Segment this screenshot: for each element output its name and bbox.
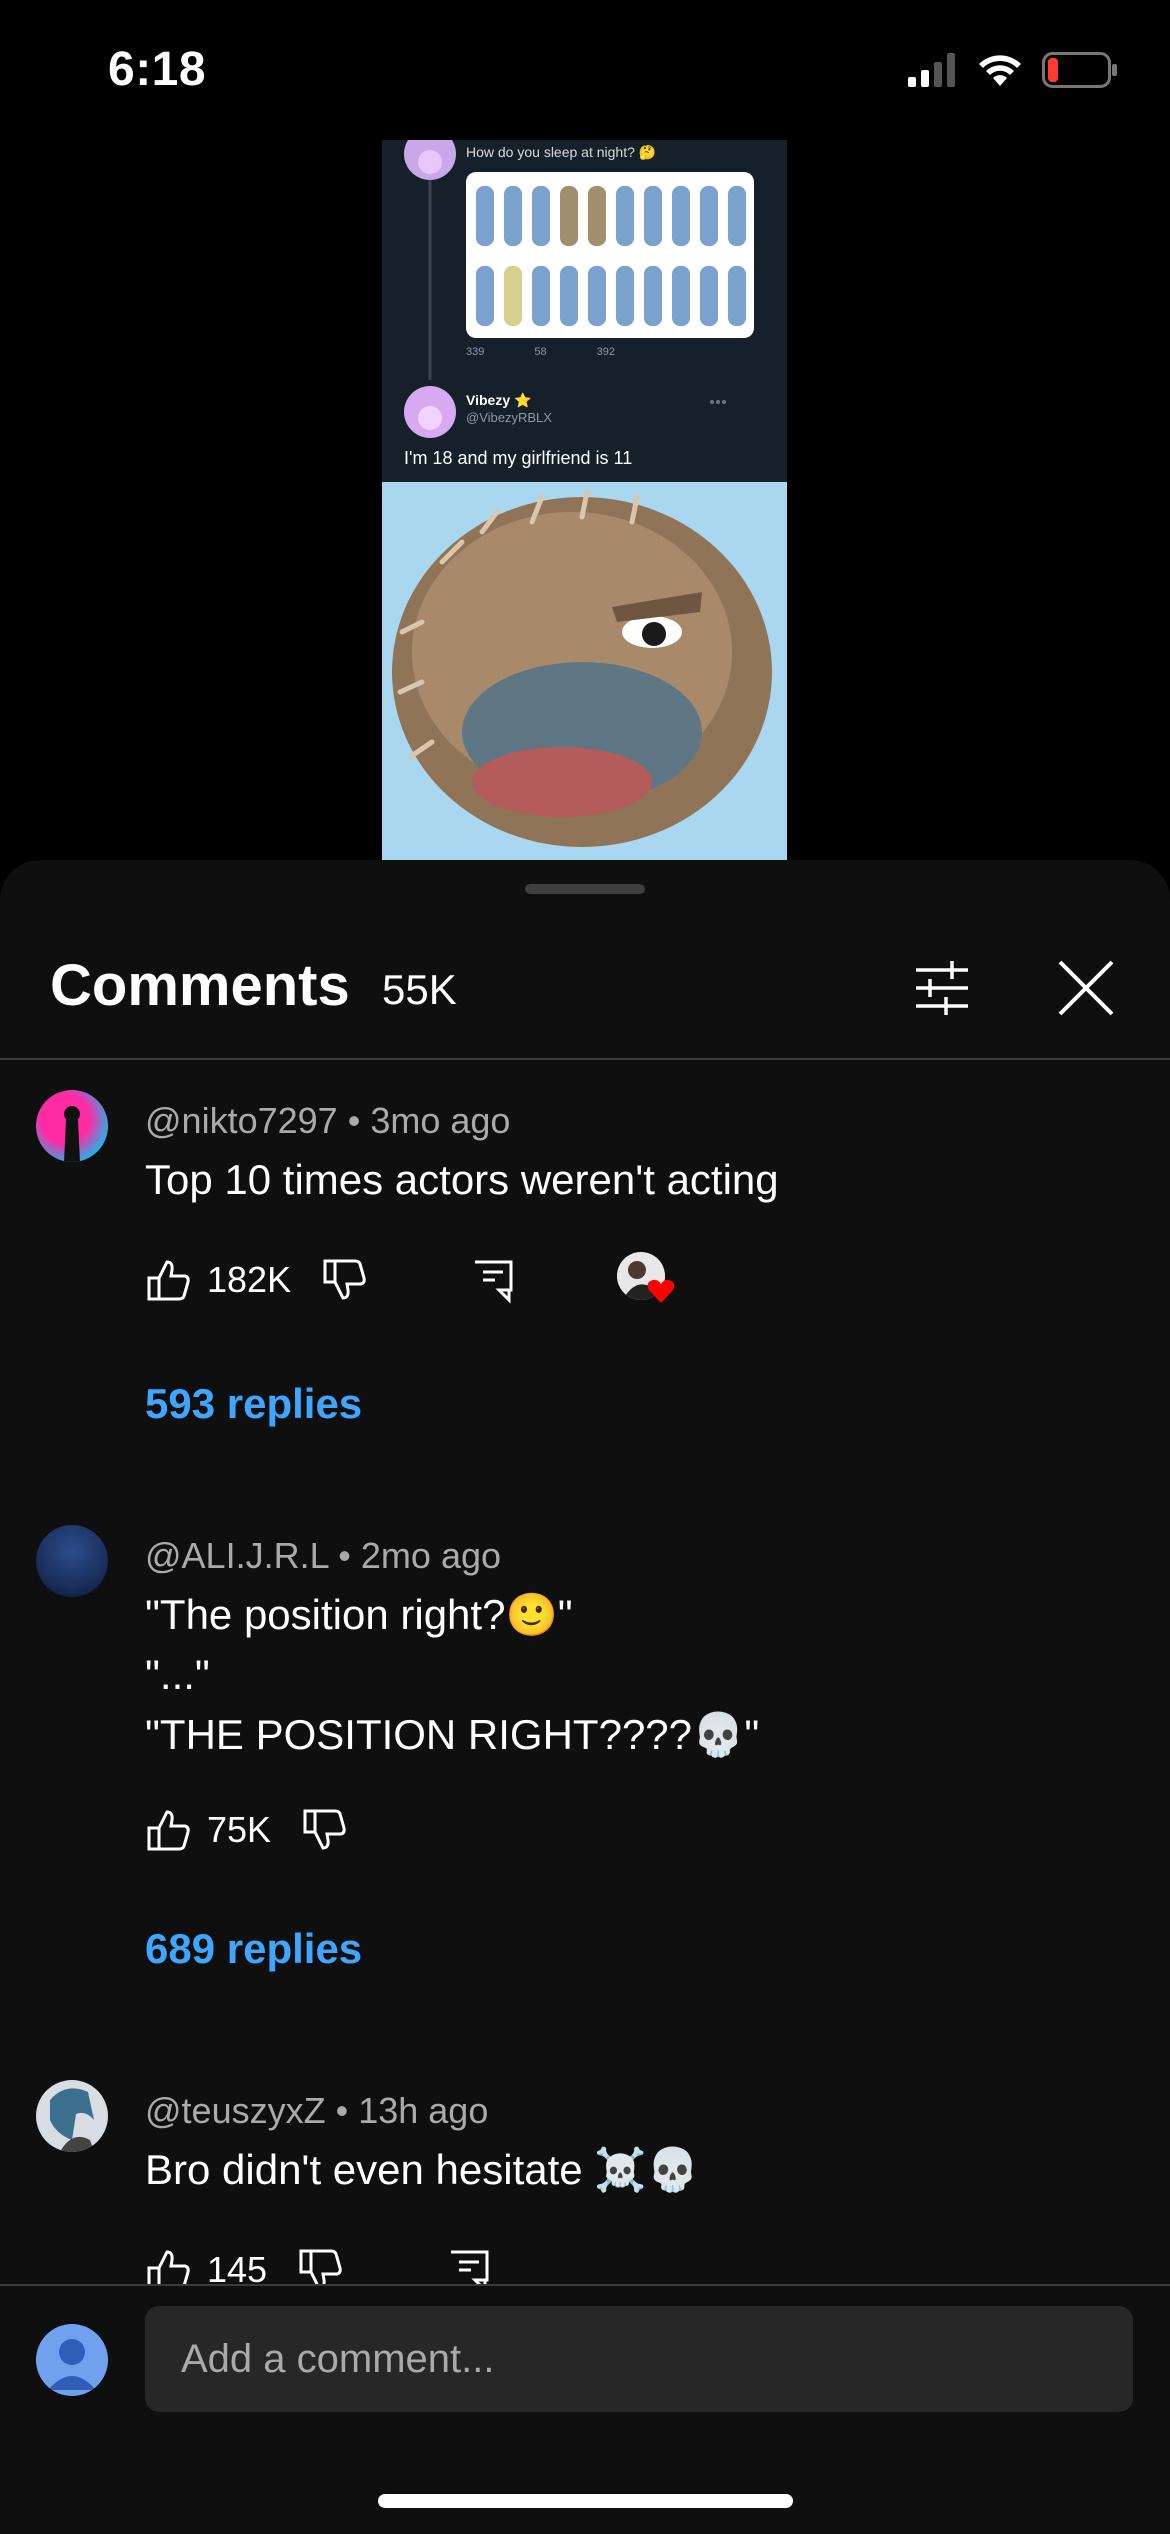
like-count: 75K	[207, 1809, 272, 1850]
reply-handle: @VibezyRBLX	[466, 410, 552, 425]
comment-text: Top 10 times actors weren't acting	[145, 1156, 779, 1203]
wifi-icon	[979, 55, 1021, 86]
comment-age: 13h ago	[358, 2090, 489, 2131]
dislike-icon[interactable]	[321, 1256, 369, 1304]
comment-author[interactable]: @ALI.J.R.L	[145, 1535, 328, 1576]
comment-avatar[interactable]	[36, 1525, 108, 1597]
sliders-icon	[916, 961, 968, 1015]
tweet-question: How do you sleep at night? 🤔	[466, 144, 657, 160]
comment-actions: 75K	[145, 1800, 349, 1860]
like-icon[interactable]	[145, 1806, 193, 1854]
reply-icon[interactable]	[469, 1256, 517, 1304]
comments-count: 55K	[382, 966, 457, 1013]
status-icons	[908, 52, 1118, 88]
comment-composer	[0, 2284, 1170, 2534]
status-time: 6:18	[108, 43, 207, 96]
close-button[interactable]	[1050, 952, 1122, 1024]
add-comment-input[interactable]	[145, 2306, 1133, 2412]
comment-meta: @nikto7297 • 3mo ago	[145, 1100, 511, 1141]
reply-name: Vibezy ⭐	[466, 392, 532, 408]
comment-age: 3mo ago	[370, 1100, 511, 1141]
comment-author[interactable]: @teuszyxZ	[145, 2090, 326, 2131]
comment-author[interactable]: @nikto7297	[145, 1100, 338, 1141]
comment-meta: @teuszyxZ • 13h ago	[145, 2090, 489, 2131]
reply-count: 339	[466, 346, 485, 358]
sort-filter-button[interactable]	[906, 952, 978, 1024]
view-replies-link[interactable]: 689 replies	[145, 1925, 362, 1973]
reply-text: I'm 18 and my girlfriend is 11	[404, 448, 633, 468]
header-divider	[0, 1058, 1170, 1060]
comment-avatar[interactable]	[36, 2080, 108, 2152]
comment-actions: 182K	[145, 1250, 675, 1310]
sackboy-image	[382, 482, 787, 860]
tweet-stats: 339 58 392	[466, 346, 615, 358]
view-replies-link[interactable]: 593 replies	[145, 1380, 362, 1428]
close-icon	[1058, 960, 1114, 1016]
comment-text: Bro didn't even hesitate ☠️💀	[145, 2146, 699, 2193]
comments-sheet: Comments 55K @nikto7297 • 3mo ago Top 10…	[0, 860, 1170, 2532]
comment-avatar[interactable]	[36, 1090, 108, 1162]
video-player[interactable]: How do you sleep at night? 🤔 339 58 392 …	[382, 140, 787, 860]
heart-icon	[647, 1279, 675, 1303]
home-indicator[interactable]	[378, 2494, 793, 2508]
creator-heart-badge	[617, 1252, 675, 1308]
tweet-graphics	[404, 140, 754, 438]
comment-text: "The position right?🙂" "..." "THE POSITI…	[145, 1591, 760, 1758]
retweet-count: 58	[534, 346, 547, 358]
comment-age: 2mo ago	[360, 1535, 502, 1576]
dislike-icon[interactable]	[301, 1806, 349, 1854]
my-avatar	[36, 2324, 108, 2396]
like-icon[interactable]	[145, 1256, 193, 1304]
comment-meta: @ALI.J.R.L • 2mo ago	[145, 1535, 502, 1576]
battery-icon	[1042, 52, 1117, 88]
comments-title: Comments	[50, 953, 350, 1018]
cellular-signal-icon	[908, 53, 955, 87]
like-count: 182K	[207, 1259, 292, 1300]
sackboy-illustration	[382, 482, 787, 860]
like-count: 392	[596, 346, 615, 358]
tweet-screenshot: How do you sleep at night? 🤔 339 58 392 …	[382, 140, 787, 482]
drag-handle[interactable]	[525, 884, 645, 894]
